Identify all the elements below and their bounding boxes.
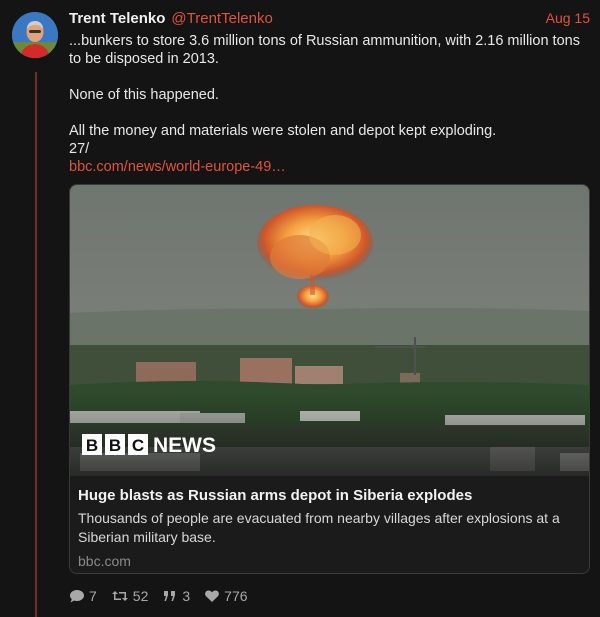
quote-count: 3	[182, 588, 191, 604]
card-body: Huge blasts as Russian arms depot in Sib…	[70, 476, 589, 569]
card-domain: bbc.com	[78, 553, 131, 569]
like-count: 776	[224, 588, 248, 604]
tweet-text: ...bunkers to store 3.6 million tons of …	[69, 32, 590, 176]
author-name[interactable]: Trent Telenko	[69, 10, 165, 27]
heart-icon	[205, 590, 220, 602]
tweet-actions: 7 52 3 776	[69, 588, 590, 604]
quote-icon	[164, 591, 176, 601]
reply-count: 7	[89, 588, 97, 604]
reply-icon	[70, 590, 84, 603]
link-preview-card[interactable]: B B C NEWS Huge blasts as Russian arms d…	[69, 184, 590, 574]
tweet-text-line: All the money and materials were stolen …	[69, 123, 497, 139]
news-logo-word: NEWS	[153, 434, 216, 457]
tweet-header: Trent Telenko @TrentTelenko Aug 15	[69, 10, 590, 30]
quote-button[interactable]: 3	[162, 588, 190, 604]
retweet-button[interactable]: 52	[111, 588, 149, 604]
avatar[interactable]	[12, 12, 58, 58]
bbc-logo-letter: C	[132, 436, 144, 455]
tweet-text-line: ...bunkers to store 3.6 million tons of …	[69, 33, 580, 67]
avatar-image	[12, 12, 58, 58]
card-description: Thousands of people are evacuated from n…	[78, 510, 560, 545]
card-title: Huge blasts as Russian arms depot in Sib…	[78, 487, 473, 504]
reply-button[interactable]: 7	[69, 588, 97, 604]
bbc-logo-letter: B	[109, 436, 121, 455]
retweet-icon	[111, 591, 128, 601]
thread-line	[35, 72, 37, 617]
tweet-text-line: None of this happened.	[69, 87, 219, 103]
author-handle[interactable]: @TrentTelenko	[171, 10, 272, 27]
tweet: Trent Telenko @TrentTelenko Aug 15 ...bu…	[69, 10, 590, 604]
retweet-count: 52	[132, 588, 149, 604]
tweet-date[interactable]: Aug 15	[546, 10, 590, 26]
card-image: B B C NEWS	[70, 185, 589, 476]
tweet-link[interactable]: bbc.com/news/world-europe-49…	[69, 159, 286, 175]
like-button[interactable]: 776	[204, 588, 248, 604]
bbc-logo-letter: B	[86, 436, 98, 455]
thread-counter: 27/	[69, 141, 90, 157]
